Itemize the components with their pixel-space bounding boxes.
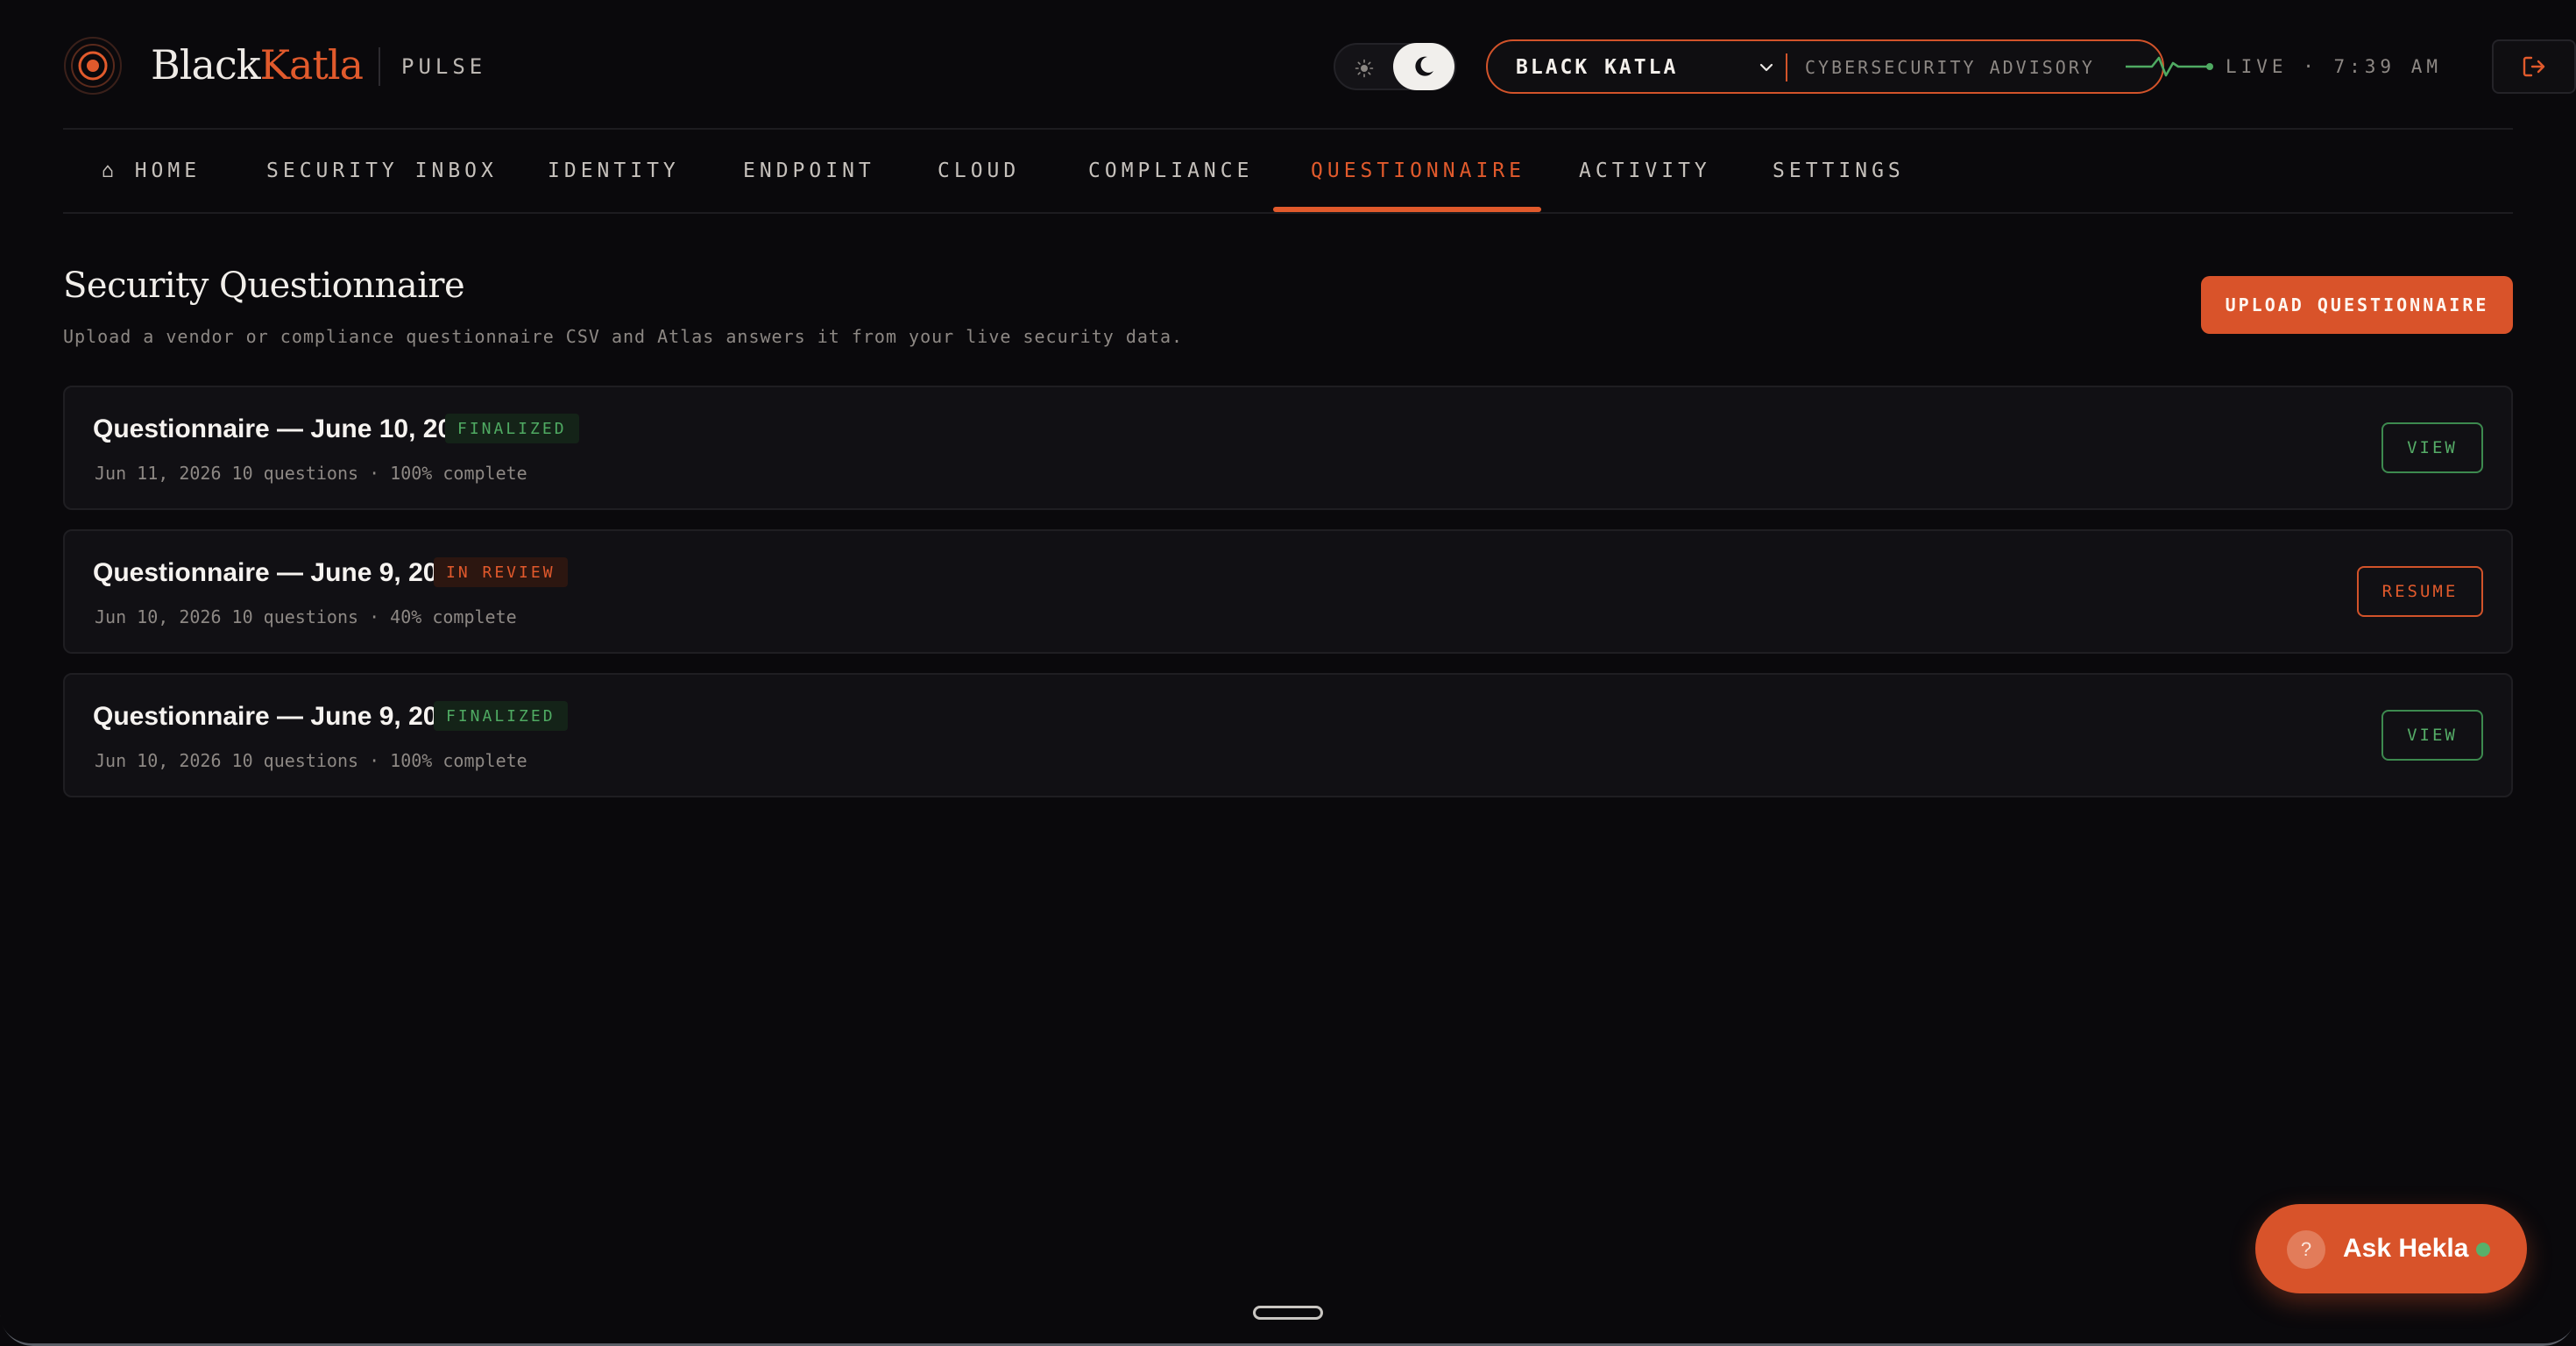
main-nav: ⌂ HOME SECURITY INBOX IDENTITY ENDPOINT …: [63, 130, 2513, 214]
org-divider: [1786, 53, 1787, 81]
moon-icon[interactable]: [1393, 43, 1454, 90]
completion-progress: 100% complete: [390, 750, 527, 771]
nav-item-security-inbox[interactable]: SECURITY INBOX: [266, 130, 498, 212]
product-name: PULSE: [401, 54, 487, 79]
status-badge: IN REVIEW: [434, 557, 568, 587]
theme-toggle[interactable]: [1334, 43, 1456, 90]
questionnaire-meta: Jun 10, 2026 10 questions · 40% complete: [95, 606, 517, 627]
completion-progress: 40% complete: [390, 606, 517, 627]
questionnaire-card[interactable]: Questionnaire — June 10, 2026 FINALIZED …: [63, 386, 2513, 510]
status-badge: FINALIZED: [434, 701, 568, 731]
page-subtitle: Upload a vendor or compliance questionna…: [63, 326, 1184, 347]
app-screen: BlackKatla PULSE BLACK KATLA CYBERSECURI…: [0, 0, 2576, 1346]
target-rings-icon: [64, 37, 122, 95]
question-icon: ?: [2287, 1230, 2325, 1269]
question-count: 10 questions: [231, 463, 359, 484]
organization-select[interactable]: BLACK KATLA CYBERSECURITY ADVISORY: [1486, 39, 2164, 94]
completion-progress: 100% complete: [390, 463, 527, 484]
active-tab-indicator: [1273, 207, 1541, 212]
nav-item-activity[interactable]: ACTIVITY: [1579, 130, 1711, 212]
brand-divider: [379, 47, 380, 86]
nav-item-home[interactable]: ⌂ HOME: [102, 130, 201, 212]
resume-button[interactable]: RESUME: [2357, 566, 2483, 617]
questionnaire-card[interactable]: Questionnaire — June 9, 2026 IN REVIEW J…: [63, 529, 2513, 654]
brand-logo[interactable]: BlackKatla: [151, 39, 364, 91]
view-button[interactable]: VIEW: [2381, 710, 2483, 761]
questionnaire-date: Jun 10, 2026: [95, 606, 222, 627]
question-count: 10 questions: [231, 606, 359, 627]
questionnaire-date: Jun 10, 2026: [95, 750, 222, 771]
nav-item-cloud[interactable]: CLOUD: [938, 130, 1020, 212]
top-header: BlackKatla PULSE BLACK KATLA CYBERSECURI…: [63, 0, 2576, 130]
view-button[interactable]: VIEW: [2381, 422, 2483, 473]
nav-item-questionnaire[interactable]: QUESTIONNAIRE: [1311, 130, 1525, 212]
ask-hekla-button[interactable]: ? Ask Hekla: [2255, 1204, 2527, 1293]
page-title: Security Questionnaire: [63, 266, 465, 306]
nav-item-compliance[interactable]: COMPLIANCE: [1088, 130, 1253, 212]
questionnaire-meta: Jun 11, 2026 10 questions · 100% complet…: [95, 463, 527, 484]
status-badge: FINALIZED: [445, 414, 579, 443]
questionnaire-title: Questionnaire — June 10, 2026: [93, 414, 482, 443]
questionnaire-meta: Jun 10, 2026 10 questions · 100% complet…: [95, 750, 527, 771]
brand-name-part2: Katla: [259, 41, 364, 89]
heartbeat-icon: [2126, 56, 2213, 77]
questionnaire-date: Jun 11, 2026: [95, 463, 222, 484]
nav-item-endpoint[interactable]: ENDPOINT: [743, 130, 875, 212]
questionnaire-card[interactable]: Questionnaire — June 9, 2026 FINALIZED J…: [63, 673, 2513, 797]
logout-button[interactable]: [2492, 39, 2576, 94]
org-name: BLACK KATLA: [1516, 56, 1679, 79]
nav-item-settings[interactable]: SETTINGS: [1773, 130, 1905, 212]
home-indicator[interactable]: [1253, 1306, 1323, 1320]
questionnaire-title: Questionnaire — June 9, 2026: [93, 702, 467, 731]
org-subtitle: CYBERSECURITY ADVISORY: [1805, 57, 2095, 78]
questionnaire-title: Questionnaire — June 9, 2026: [93, 558, 467, 587]
online-status-dot: [2476, 1243, 2490, 1257]
nav-item-identity[interactable]: IDENTITY: [548, 130, 680, 212]
chevron-down-icon: [1759, 63, 1773, 72]
live-status: LIVE · 7:39 AM: [2226, 56, 2443, 77]
question-count: 10 questions: [231, 750, 359, 771]
sun-icon[interactable]: [1349, 53, 1379, 83]
upload-questionnaire-button[interactable]: UPLOAD QUESTIONNAIRE: [2201, 276, 2513, 334]
brand-name-part1: Black: [151, 41, 261, 89]
logout-icon: [2523, 56, 2545, 77]
ask-hekla-label: Ask Hekla: [2343, 1234, 2469, 1263]
